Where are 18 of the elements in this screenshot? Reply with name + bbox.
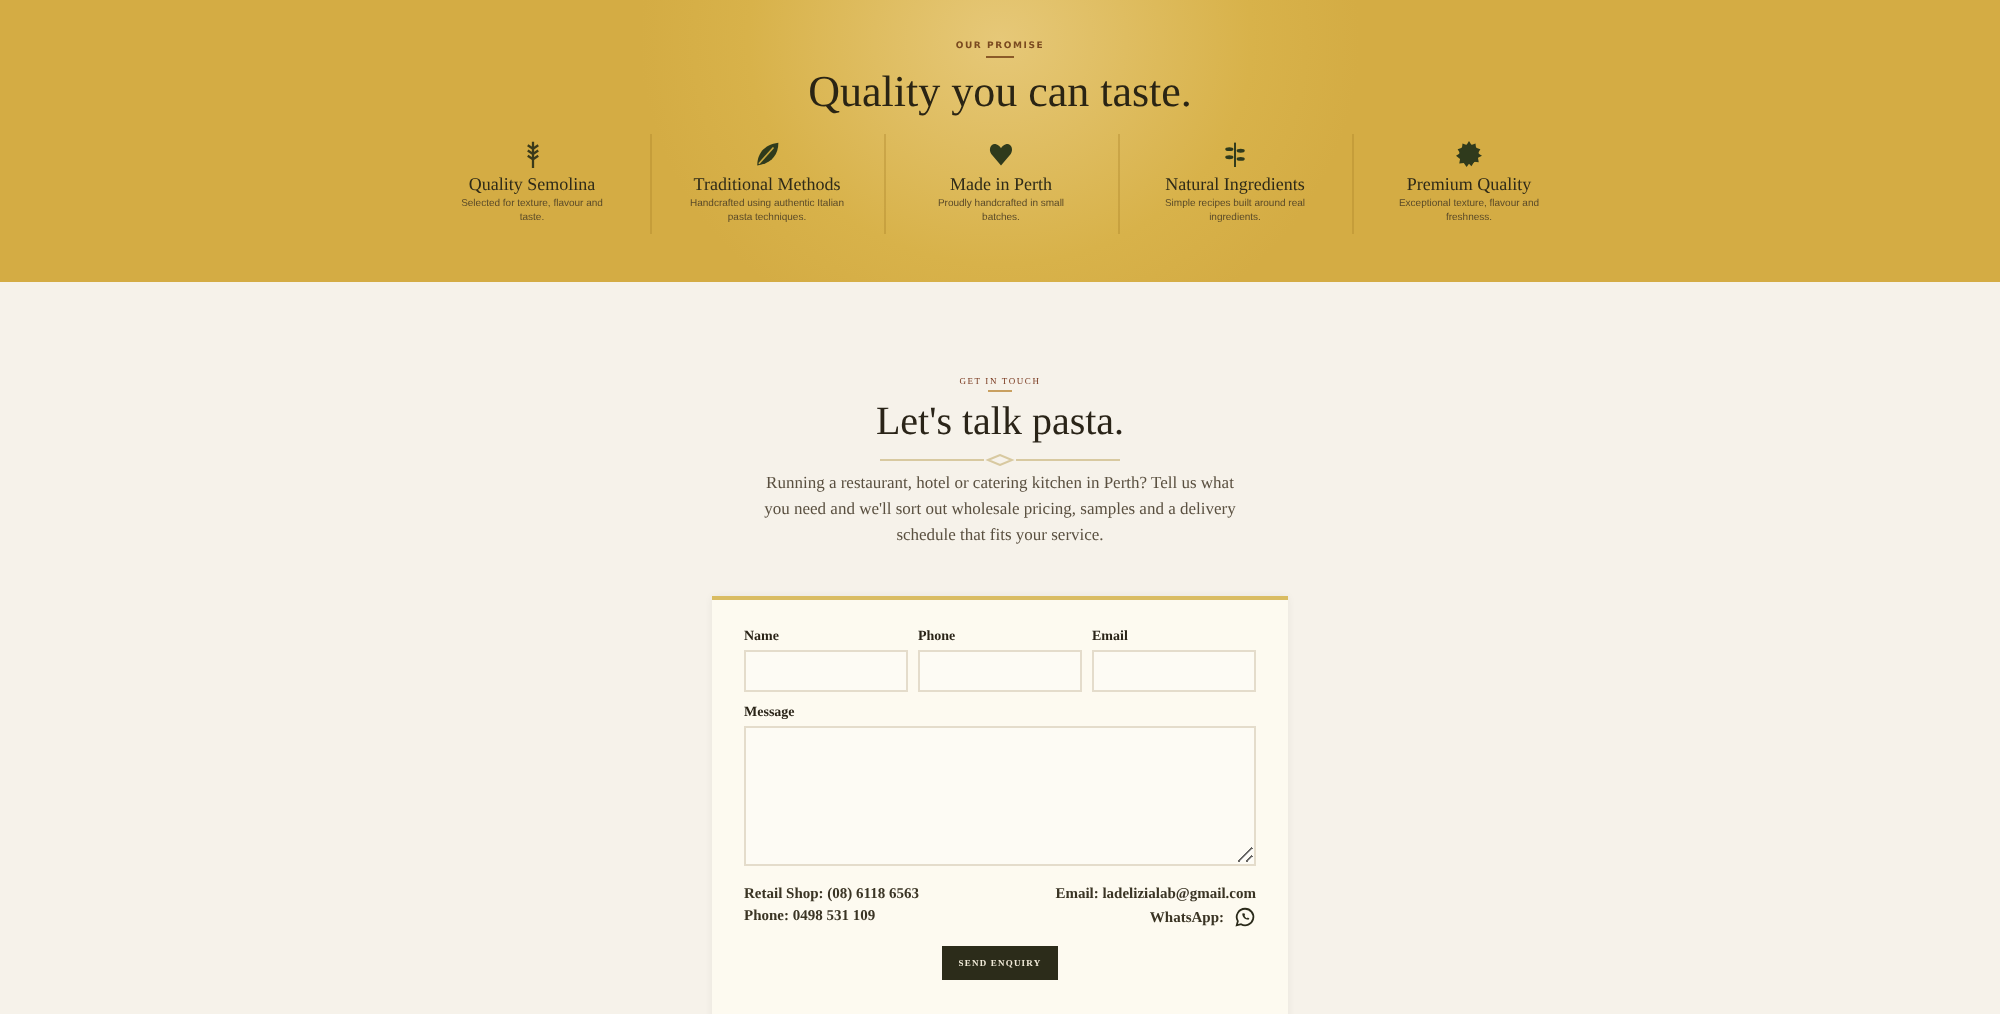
leaf-icon (754, 140, 780, 168)
feature-title: Traditional Methods (693, 174, 841, 194)
seal-icon (1456, 140, 1482, 168)
input-field[interactable] (744, 650, 908, 692)
feature-title: Quality Semolina (468, 174, 596, 194)
feature-title: Premium Quality (1406, 174, 1532, 194)
feature-title: Made in Perth (950, 174, 1052, 194)
whatsapp-icon[interactable] (1234, 906, 1256, 928)
message-field[interactable] (744, 726, 1256, 866)
input-field[interactable] (918, 650, 1082, 692)
feature-title: Natural Ingredients (1165, 174, 1305, 194)
section-title: Let's talk pasta. (875, 398, 1125, 446)
heart-icon (988, 140, 1014, 168)
input-field[interactable] (1092, 650, 1256, 692)
ornament-divider-icon (880, 454, 1120, 466)
intro-paragraph: Running a restaurant, hotel or catering kitchen in Perth? Tell us what you need and we'll sort out wholesale pricing, samples and a delivery schedule that fits your service. (762, 470, 1238, 548)
sprig-icon (1222, 140, 1248, 168)
section-title: Quality you can taste. (808, 66, 1192, 118)
